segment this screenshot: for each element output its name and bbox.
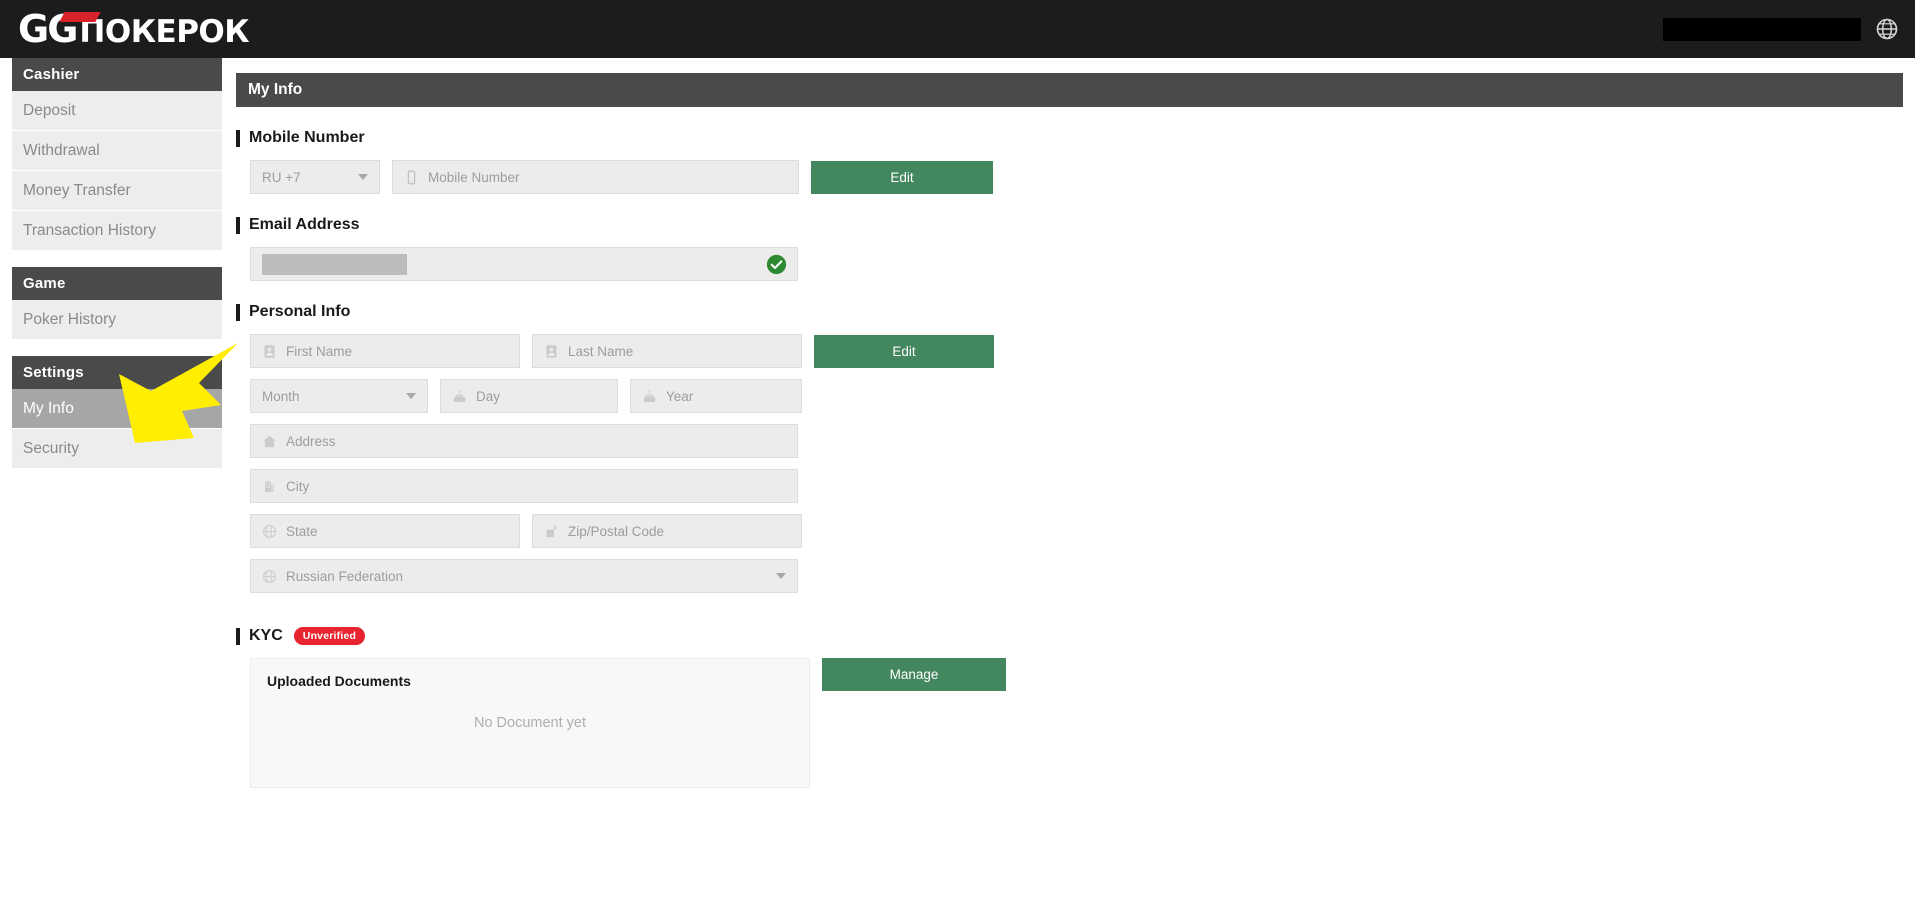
chevron-down-icon xyxy=(358,174,368,180)
sidebar-header-settings: Settings xyxy=(12,356,222,389)
birth-day-placeholder: Day xyxy=(476,388,501,404)
last-name-placeholder: Last Name xyxy=(568,343,634,359)
kyc-label: KYC xyxy=(249,627,283,644)
logo-red-slash xyxy=(59,12,101,22)
country-select[interactable]: Russian Federation xyxy=(250,559,798,593)
sidebar-header-game: Game xyxy=(12,267,222,300)
section-title-personal-info: Personal Info xyxy=(236,303,1903,321)
sidebar-item-security[interactable]: Security xyxy=(12,429,222,469)
globe-icon xyxy=(262,524,277,539)
sidebar-item-withdrawal[interactable]: Withdrawal xyxy=(12,131,222,171)
zip-code-placeholder: Zip/Postal Code xyxy=(568,523,665,539)
sidebar-item-poker-history[interactable]: Poker History xyxy=(12,300,222,340)
email-row xyxy=(236,247,1903,281)
birthdate-row: Month Day Year xyxy=(236,379,1903,413)
city-placeholder: City xyxy=(286,478,310,494)
globe-icon xyxy=(262,569,277,584)
state-input[interactable]: State xyxy=(250,514,520,548)
building-icon xyxy=(262,479,277,494)
mobile-number-placeholder: Mobile Number xyxy=(428,169,520,185)
address-row: Address xyxy=(236,424,1903,458)
globe-icon[interactable] xyxy=(1875,17,1899,41)
top-bar: GG ПОКЕРОК xyxy=(0,0,1915,58)
mobile-number-input[interactable]: Mobile Number xyxy=(392,160,799,194)
section-mobile-number: Mobile Number RU +7 Mobile Number Edit xyxy=(236,129,1903,194)
birth-year-input[interactable]: Year xyxy=(630,379,802,413)
email-value-redacted xyxy=(262,253,407,275)
section-title-email-address: Email Address xyxy=(236,216,1903,234)
address-placeholder: Address xyxy=(286,433,336,449)
sidebar-group-settings: Settings My Info Security xyxy=(12,356,222,469)
sidebar-item-money-transfer[interactable]: Money Transfer xyxy=(12,171,222,211)
manage-kyc-button[interactable]: Manage xyxy=(822,658,1006,691)
country-code-select[interactable]: RU +7 xyxy=(250,160,380,194)
section-kyc: KYC Unverified Uploaded Documents No Doc… xyxy=(236,627,1903,788)
birthday-cake-icon xyxy=(452,389,467,404)
id-card-icon xyxy=(262,344,277,359)
logo-wordmark: ПОКЕРОК xyxy=(79,14,250,50)
section-email-address: Email Address xyxy=(236,216,1903,281)
state-placeholder: State xyxy=(286,523,318,539)
sidebar-item-deposit[interactable]: Deposit xyxy=(12,91,222,131)
first-name-input[interactable]: First Name xyxy=(250,334,520,368)
birth-year-placeholder: Year xyxy=(666,388,694,404)
sidebar-item-my-info[interactable]: My Info xyxy=(12,389,222,429)
chevron-down-icon xyxy=(406,393,416,399)
section-title-mobile-number: Mobile Number xyxy=(236,129,1903,147)
country-select-left: Russian Federation xyxy=(262,569,403,584)
edit-mobile-button[interactable]: Edit xyxy=(811,160,993,194)
section-personal-info: Personal Info First Name Last Name Edit … xyxy=(236,303,1903,593)
uploaded-documents-box: Uploaded Documents No Document yet xyxy=(250,658,810,788)
country-row: Russian Federation xyxy=(236,559,1903,593)
kyc-row: Uploaded Documents No Document yet Manag… xyxy=(236,658,1903,788)
last-name-input[interactable]: Last Name xyxy=(532,334,802,368)
home-icon xyxy=(262,434,277,449)
country-code-value: RU +7 xyxy=(262,169,301,185)
sidebar: Cashier Deposit Withdrawal Money Transfe… xyxy=(12,58,222,485)
page-title: My Info xyxy=(236,73,1903,107)
sidebar-header-cashier: Cashier xyxy=(12,58,222,91)
sidebar-group-cashier: Cashier Deposit Withdrawal Money Transfe… xyxy=(12,58,222,251)
country-value: Russian Federation xyxy=(286,568,404,584)
account-info-redacted xyxy=(1663,17,1861,41)
birth-day-input[interactable]: Day xyxy=(440,379,618,413)
mobile-number-row: RU +7 Mobile Number Edit xyxy=(236,160,1903,194)
site-logo[interactable]: GG ПОКЕРОК xyxy=(18,10,250,50)
edit-personal-info-button[interactable]: Edit xyxy=(814,334,994,368)
city-input[interactable]: City xyxy=(250,469,798,503)
name-row: First Name Last Name Edit xyxy=(236,334,1903,368)
first-name-placeholder: First Name xyxy=(286,343,353,359)
phone-icon xyxy=(404,170,419,185)
zip-code-input[interactable]: Zip/Postal Code xyxy=(532,514,802,548)
email-field xyxy=(250,247,798,281)
mailbox-icon xyxy=(544,524,559,539)
state-zip-row: State Zip/Postal Code xyxy=(236,514,1903,548)
id-card-icon xyxy=(544,344,559,359)
top-bar-right xyxy=(1663,17,1915,41)
birthday-cake-icon xyxy=(642,389,657,404)
no-document-message: No Document yet xyxy=(473,715,587,731)
main-content: My Info Mobile Number RU +7 Mobile Numbe… xyxy=(236,73,1903,788)
address-input[interactable]: Address xyxy=(250,424,798,458)
section-title-kyc: KYC Unverified xyxy=(236,627,1903,645)
sidebar-item-transaction-history[interactable]: Transaction History xyxy=(12,211,222,251)
birth-month-select[interactable]: Month xyxy=(250,379,428,413)
uploaded-documents-title: Uploaded Documents xyxy=(267,673,411,689)
birth-month-placeholder: Month xyxy=(262,388,300,404)
sidebar-group-game: Game Poker History xyxy=(12,267,222,340)
status-badge: Unverified xyxy=(293,627,366,645)
city-row: City xyxy=(236,469,1903,503)
chevron-down-icon xyxy=(776,573,786,579)
check-circle-icon xyxy=(766,254,787,275)
